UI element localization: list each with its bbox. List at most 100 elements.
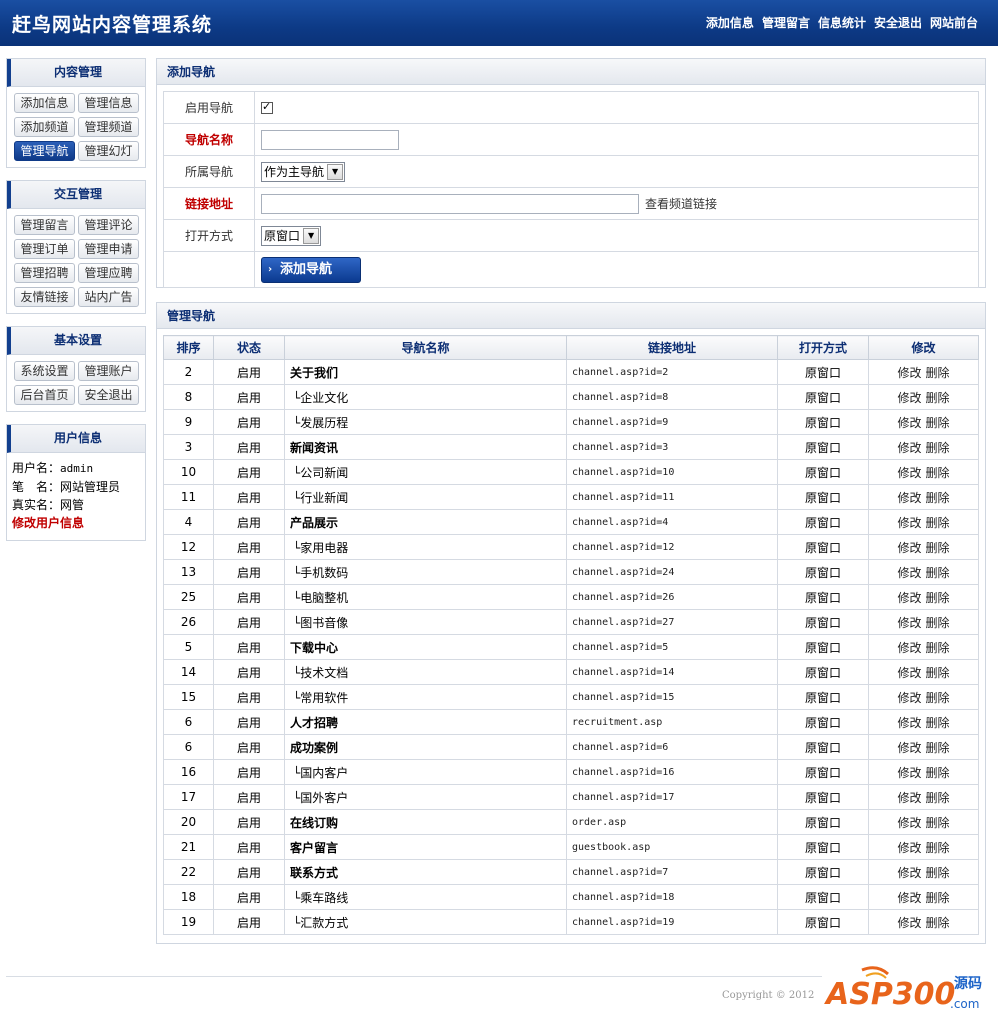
cell-actions: 修改 删除	[868, 859, 979, 885]
top-nav-add-info[interactable]: 添加信息	[706, 14, 754, 31]
sidebar-item-manage-messages[interactable]: 管理留言	[14, 215, 75, 235]
delete-link[interactable]: 删除	[926, 616, 950, 630]
edit-link[interactable]: 修改	[897, 741, 921, 755]
edit-link[interactable]: 修改	[897, 491, 921, 505]
sidebar-item-add-info[interactable]: 添加信息	[14, 93, 75, 113]
sidebar-item-manage-slides[interactable]: 管理幻灯	[78, 141, 139, 161]
nav-name-input[interactable]	[261, 129, 399, 150]
sidebar-item-system-settings[interactable]: 系统设置	[14, 361, 75, 381]
delete-link[interactable]: 删除	[926, 766, 950, 780]
delete-link[interactable]: 删除	[926, 491, 950, 505]
cell-url: channel.asp?id=15	[566, 684, 778, 710]
delete-link[interactable]: 删除	[926, 866, 950, 880]
delete-link[interactable]: 删除	[926, 591, 950, 605]
cell-open-mode: 原窗口	[777, 809, 869, 835]
sidebar-item-manage-orders[interactable]: 管理订单	[14, 239, 75, 259]
delete-link[interactable]: 删除	[926, 666, 950, 680]
delete-link[interactable]: 删除	[926, 516, 950, 530]
delete-link[interactable]: 删除	[926, 841, 950, 855]
edit-user-info-link[interactable]: 修改用户信息	[12, 514, 140, 532]
edit-link[interactable]: 修改	[897, 566, 921, 580]
sidebar-item-add-channel[interactable]: 添加频道	[14, 117, 75, 137]
sidebar-item-manage-jobs[interactable]: 管理招聘	[14, 263, 75, 283]
sidebar-item-manage-channel[interactable]: 管理频道	[78, 117, 139, 137]
chevron-right-icon: ›	[268, 263, 273, 275]
delete-link[interactable]: 删除	[926, 366, 950, 380]
edit-link[interactable]: 修改	[897, 916, 921, 930]
delete-link[interactable]: 删除	[926, 891, 950, 905]
cell-url: channel.asp?id=10	[566, 459, 778, 485]
sidebar-item-manage-accounts[interactable]: 管理账户	[78, 361, 139, 381]
add-nav-title: 添加导航	[157, 59, 985, 85]
asp300-logo: ASP300 源码 .com	[824, 966, 982, 1012]
sidebar-item-site-ads[interactable]: 站内广告	[78, 287, 139, 307]
edit-link[interactable]: 修改	[897, 841, 921, 855]
sidebar-item-manage-info[interactable]: 管理信息	[78, 93, 139, 113]
edit-link[interactable]: 修改	[897, 666, 921, 680]
cell-url: channel.asp?id=4	[566, 509, 778, 535]
cell-order: 22	[163, 859, 214, 885]
sidebar-item-manage-applications[interactable]: 管理申请	[78, 239, 139, 259]
delete-link[interactable]: 删除	[926, 416, 950, 430]
table-row: 26 启用 └图书音像 channel.asp?id=27 原窗口 修改 删除	[163, 609, 979, 635]
edit-link[interactable]: 修改	[897, 816, 921, 830]
top-nav-messages[interactable]: 管理留言	[762, 14, 810, 31]
edit-link[interactable]: 修改	[897, 516, 921, 530]
edit-link[interactable]: 修改	[897, 791, 921, 805]
view-channel-links[interactable]: 查看频道链接	[645, 197, 717, 211]
delete-link[interactable]: 删除	[926, 741, 950, 755]
delete-link[interactable]: 删除	[926, 391, 950, 405]
sidebar-item-manage-comments[interactable]: 管理评论	[78, 215, 139, 235]
enable-checkbox[interactable]	[261, 100, 273, 114]
edit-link[interactable]: 修改	[897, 466, 921, 480]
sidebar-item-admin-home[interactable]: 后台首页	[14, 385, 75, 405]
delete-link[interactable]: 删除	[926, 916, 950, 930]
edit-link[interactable]: 修改	[897, 691, 921, 705]
delete-link[interactable]: 删除	[926, 566, 950, 580]
delete-link[interactable]: 删除	[926, 641, 950, 655]
cell-status: 启用	[213, 509, 285, 535]
cell-name: └技术文档	[284, 659, 567, 685]
delete-link[interactable]: 删除	[926, 691, 950, 705]
edit-link[interactable]: 修改	[897, 441, 921, 455]
table-row: 15 启用 └常用软件 channel.asp?id=15 原窗口 修改 删除	[163, 684, 979, 710]
edit-link[interactable]: 修改	[897, 366, 921, 380]
sidebar-item-manage-nav[interactable]: 管理导航	[14, 141, 75, 161]
cell-order: 15	[163, 684, 214, 710]
edit-link[interactable]: 修改	[897, 391, 921, 405]
cell-status: 启用	[213, 434, 285, 460]
delete-link[interactable]: 删除	[926, 541, 950, 555]
edit-link[interactable]: 修改	[897, 766, 921, 780]
delete-link[interactable]: 删除	[926, 716, 950, 730]
delete-link[interactable]: 删除	[926, 441, 950, 455]
cell-open-mode: 原窗口	[777, 634, 869, 660]
top-nav-frontend[interactable]: 网站前台	[930, 14, 978, 31]
top-nav-logout[interactable]: 安全退出	[874, 14, 922, 31]
top-nav-stats[interactable]: 信息统计	[818, 14, 866, 31]
sidebar-item-manage-applicants[interactable]: 管理应聘	[78, 263, 139, 283]
sidebar-item-friend-links[interactable]: 友情链接	[14, 287, 75, 307]
edit-link[interactable]: 修改	[897, 891, 921, 905]
delete-link[interactable]: 删除	[926, 466, 950, 480]
edit-link[interactable]: 修改	[897, 716, 921, 730]
edit-link[interactable]: 修改	[897, 616, 921, 630]
delete-link[interactable]: 删除	[926, 816, 950, 830]
add-nav-button[interactable]: › 添加导航	[261, 256, 361, 283]
cell-order: 25	[163, 584, 214, 610]
edit-link[interactable]: 修改	[897, 416, 921, 430]
cell-url: channel.asp?id=6	[566, 734, 778, 760]
cell-url: channel.asp?id=16	[566, 759, 778, 785]
cell-name: └图书音像	[284, 609, 567, 635]
cell-status: 启用	[213, 484, 285, 510]
edit-link[interactable]: 修改	[897, 591, 921, 605]
open-mode-select[interactable]: 原窗口 ▼	[261, 225, 322, 246]
user-info-title: 用户信息	[7, 425, 145, 453]
edit-link[interactable]: 修改	[897, 641, 921, 655]
parent-nav-select[interactable]: 作为主导航 ▼	[261, 161, 346, 182]
sidebar-item-logout[interactable]: 安全退出	[78, 385, 139, 405]
cell-open-mode: 原窗口	[777, 534, 869, 560]
link-url-input[interactable]	[261, 193, 639, 214]
delete-link[interactable]: 删除	[926, 791, 950, 805]
edit-link[interactable]: 修改	[897, 541, 921, 555]
edit-link[interactable]: 修改	[897, 866, 921, 880]
